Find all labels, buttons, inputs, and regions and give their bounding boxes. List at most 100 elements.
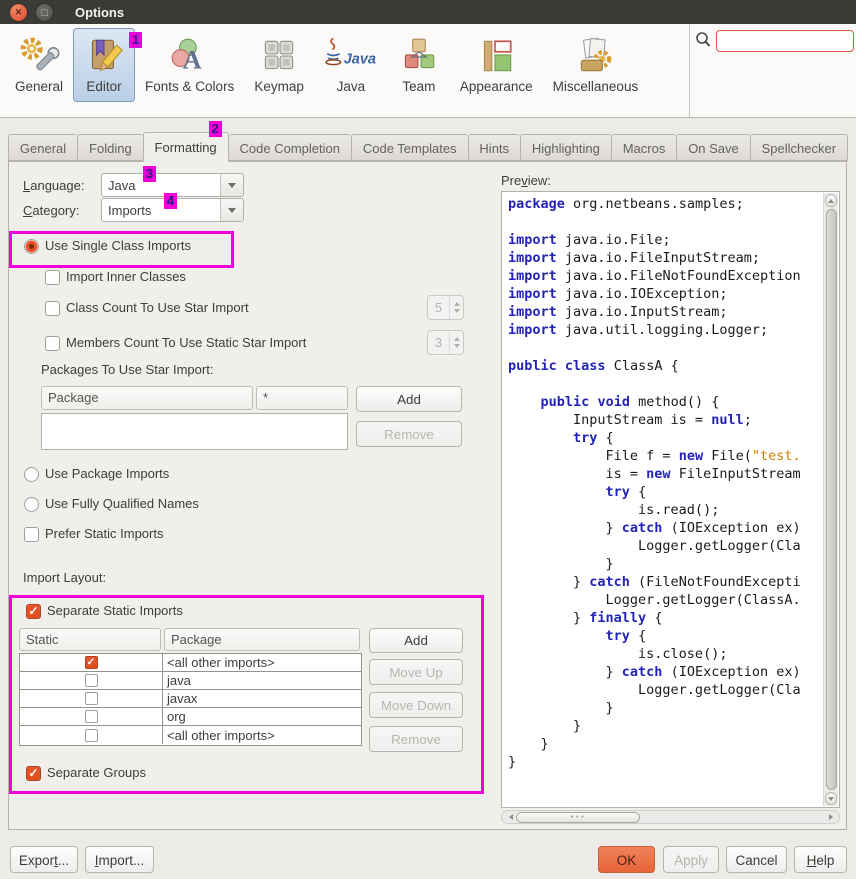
scroll-up-icon[interactable] (825, 194, 837, 207)
tab-folding[interactable]: Folding (77, 134, 143, 161)
table-row[interactable]: <all other imports> (20, 654, 361, 672)
tab-macros[interactable]: Macros (611, 134, 676, 161)
layout-remove-button[interactable]: Remove (369, 726, 463, 752)
move-down-button[interactable]: Move Down (369, 692, 463, 718)
toolbar-item-appearance[interactable]: Appearance (450, 28, 543, 102)
annotation-badge-4: 4 (164, 193, 177, 209)
static-column-header[interactable]: Static (19, 628, 161, 651)
code-line: Logger.getLogger(ClassA. (508, 591, 824, 609)
packages-add-button[interactable]: Add (356, 386, 462, 412)
tab-on-save[interactable]: On Save (676, 134, 749, 161)
code-line (508, 375, 824, 393)
code-line: File f = new File("test. (508, 447, 824, 465)
move-up-button[interactable]: Move Up (369, 659, 463, 685)
vertical-scrollbar[interactable] (823, 193, 838, 806)
table-row[interactable]: org (20, 708, 361, 726)
fonts-and-colors-icon: A (169, 35, 211, 77)
toolbar-item-java[interactable]: JavaJava (314, 28, 388, 102)
package-column-header[interactable]: Package (41, 386, 253, 410)
toolbar-item-team[interactable]: Team (388, 28, 450, 102)
close-button[interactable] (9, 3, 28, 22)
use-package-imports-radio[interactable] (24, 467, 39, 482)
general-icon (18, 35, 60, 77)
use-fully-qualified-label: Use Fully Qualified Names (45, 496, 199, 511)
category-label: Category: (23, 203, 79, 218)
members-count-checkbox[interactable] (45, 336, 60, 351)
static-checkbox[interactable] (85, 656, 98, 669)
help-button[interactable]: Help (794, 846, 847, 873)
svg-text:A: A (182, 46, 201, 75)
star-column-header[interactable]: * (256, 386, 348, 410)
table-row[interactable]: java (20, 672, 361, 690)
toolbar-item-editor[interactable]: Editor1 (73, 28, 135, 102)
prefer-static-imports-label: Prefer Static Imports (45, 526, 163, 541)
members-count-spinner[interactable]: 3 (427, 330, 464, 355)
cancel-button[interactable]: Cancel (726, 846, 787, 873)
table-row[interactable]: <all other imports> (20, 726, 361, 744)
preview-code: package org.netbeans.samples; import jav… (503, 193, 824, 806)
package-column-header[interactable]: Package (164, 628, 360, 651)
tab-code-templates[interactable]: Code Templates (351, 134, 468, 161)
separate-groups-checkbox[interactable] (26, 766, 41, 781)
preview-editor[interactable]: package org.netbeans.samples; import jav… (501, 191, 840, 808)
toolbar-item-fonts-colors[interactable]: A Fonts & Colors (135, 28, 244, 102)
packages-remove-button[interactable]: Remove (356, 421, 462, 447)
spinner-arrows-icon[interactable] (450, 296, 463, 319)
scroll-down-icon[interactable] (825, 792, 837, 805)
packages-star-list[interactable] (41, 413, 348, 450)
static-cell (20, 726, 163, 744)
import-layout-label: Import Layout: (23, 570, 106, 585)
tab-general[interactable]: General (8, 134, 77, 161)
chevron-down-icon[interactable] (220, 174, 243, 196)
preview-label: Preview: (501, 173, 551, 188)
search-input[interactable] (716, 30, 854, 52)
use-single-class-imports-label: Use Single Class Imports (45, 238, 191, 253)
use-fully-qualified-radio[interactable] (24, 497, 39, 512)
toolbar-item-keymap[interactable]: Keymap (244, 28, 314, 102)
scroll-right-icon[interactable] (824, 812, 837, 822)
toolbar-item-label: Appearance (460, 79, 533, 94)
ok-button[interactable]: OK (598, 846, 655, 873)
chevron-down-icon[interactable] (220, 199, 243, 221)
package-cell: <all other imports> (163, 655, 361, 670)
import-layout-table[interactable]: <all other imports>javajavaxorg<all othe… (19, 653, 362, 746)
language-value: Java (102, 178, 220, 193)
layout-add-button[interactable]: Add (369, 628, 463, 653)
prefer-static-imports-checkbox[interactable] (24, 527, 39, 542)
import-inner-classes-checkbox[interactable] (45, 270, 60, 285)
static-checkbox[interactable] (85, 674, 98, 687)
tab-formatting[interactable]: Formatting2 (143, 132, 229, 162)
packages-star-label: Packages To Use Star Import: (41, 362, 213, 377)
horizontal-scrollbar-thumb[interactable] (516, 812, 640, 823)
static-checkbox[interactable] (85, 692, 98, 705)
code-line: Logger.getLogger(Cla (508, 681, 824, 699)
tab-hints[interactable]: Hints (468, 134, 520, 161)
separate-static-imports-checkbox[interactable] (26, 604, 41, 619)
apply-button[interactable]: Apply (663, 846, 719, 873)
toolbar-item-general[interactable]: General (5, 28, 73, 102)
tab-spellchecker[interactable]: Spellchecker (750, 134, 848, 161)
vertical-scrollbar-thumb[interactable] (826, 209, 837, 790)
class-count-spinner[interactable]: 5 (427, 295, 464, 320)
import-button[interactable]: Import... (85, 846, 154, 873)
code-line: try { (508, 627, 824, 645)
editor-icon (83, 35, 125, 77)
table-row[interactable]: javax (20, 690, 361, 708)
class-count-checkbox[interactable] (45, 301, 60, 316)
tab-code-completion[interactable]: Code Completion (229, 134, 351, 161)
tab-highlighting[interactable]: Highlighting (520, 134, 611, 161)
code-line: public class ClassA { (508, 357, 824, 375)
static-checkbox[interactable] (85, 729, 98, 742)
team-icon (398, 35, 440, 77)
use-single-class-imports-radio[interactable] (24, 239, 39, 254)
code-line: } finally { (508, 609, 824, 627)
spinner-arrows-icon[interactable] (450, 331, 463, 354)
toolbar-item-label: Fonts & Colors (145, 79, 234, 94)
export-button[interactable]: Export... (10, 846, 78, 873)
restore-button[interactable] (35, 3, 54, 22)
use-package-imports-label: Use Package Imports (45, 466, 169, 481)
horizontal-scrollbar[interactable] (501, 810, 840, 824)
static-checkbox[interactable] (85, 710, 98, 723)
formatting-panel: Language: Java 3 Category: Imports 4 Use… (8, 161, 847, 830)
toolbar-item-miscellaneous[interactable]: Miscellaneous (543, 28, 649, 102)
